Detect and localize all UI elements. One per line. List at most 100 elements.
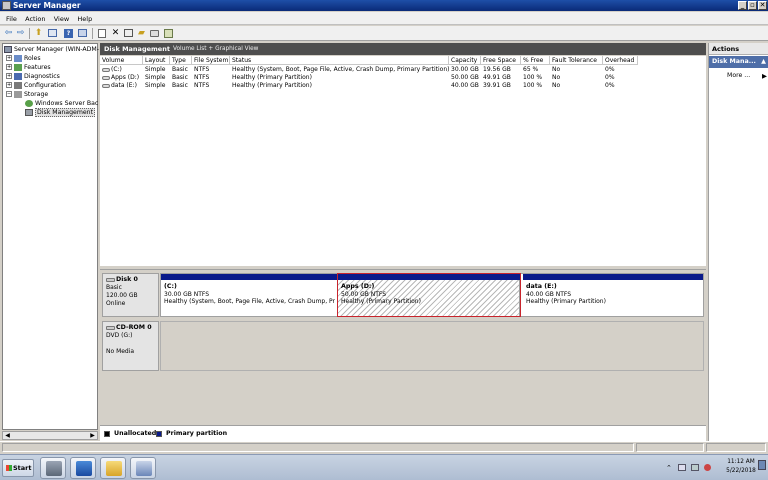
export-icon[interactable]: [163, 28, 174, 39]
cell-percent-free: 100 %: [523, 82, 543, 89]
partition-apps-d[interactable]: Apps (D:) 50.00 GB NTFS Healthy (Primary…: [337, 273, 521, 317]
server-icon: [4, 45, 12, 53]
console-tree: Server Manager (WIN-ADM- + Roles + Feature…: [2, 43, 99, 430]
column-status[interactable]: Status: [230, 56, 449, 65]
disk-management-icon: [25, 108, 33, 116]
sound-icon[interactable]: [704, 464, 711, 471]
start-button[interactable]: Start: [2, 459, 34, 477]
disk-0-label[interactable]: Disk 0 Basic 120.00 GB Online: [102, 273, 159, 317]
column-type[interactable]: Type: [170, 56, 192, 65]
column-file-system[interactable]: File System: [192, 56, 230, 65]
taskbar-explorer[interactable]: [100, 457, 126, 479]
column-capacity[interactable]: Capacity: [449, 56, 481, 65]
partition-c[interactable]: (C:) 30.00 GB NTFS Healthy (System, Boot…: [161, 274, 338, 316]
menu-help[interactable]: Help: [77, 15, 92, 23]
clock[interactable]: 11:12 AM 5/22/2018: [724, 458, 758, 476]
center-header: Disk Management Volume List + Graphical …: [100, 43, 706, 55]
column-overhead[interactable]: Overhead: [603, 56, 638, 65]
partition-e-status: Healthy (Primary Partition): [526, 298, 606, 305]
disk-tool-icon: [136, 461, 152, 476]
menu-action[interactable]: Action: [25, 15, 45, 23]
backup-icon: [25, 99, 33, 107]
submenu-arrow-icon[interactable]: ▶: [762, 72, 767, 80]
properties-icon[interactable]: [77, 28, 88, 39]
open-folder-icon[interactable]: ▰: [136, 28, 147, 39]
disk-0-state: Online: [106, 300, 126, 307]
help-icon[interactable]: ?: [63, 28, 74, 39]
cdrom-0-area: [160, 321, 704, 371]
cell-capacity: 50.00 GB: [451, 74, 479, 81]
taskbar-powershell[interactable]: [70, 457, 96, 479]
cell-capacity: 40.00 GB: [451, 82, 479, 89]
tree-item-server-manager[interactable]: Server Manager (WIN-ADM-: [4, 45, 99, 54]
tree-item-disk-management[interactable]: Disk Management: [25, 108, 96, 117]
console-tree-icon[interactable]: [47, 28, 58, 39]
flag-icon[interactable]: [678, 464, 686, 471]
network-icon[interactable]: [691, 464, 699, 471]
scroll-right-icon[interactable]: ▶: [88, 432, 97, 439]
up-folder-icon[interactable]: ⬆: [33, 28, 44, 39]
folder-icon: [106, 461, 122, 476]
pane-splitter[interactable]: [100, 265, 706, 270]
partition-e-size: 40.00 GB NTFS: [526, 290, 572, 298]
show-desktop-button[interactable]: [758, 460, 766, 470]
cell-free-space: 49.91 GB: [483, 74, 511, 81]
restore-button[interactable]: ▫: [748, 1, 757, 10]
partition-data-e[interactable]: data (E:) 40.00 GB NTFS Healthy (Primary…: [523, 274, 703, 316]
tree-item-configuration[interactable]: + Configuration: [6, 81, 66, 90]
disk-0-partitions: (C:) 30.00 GB NTFS Healthy (System, Boot…: [160, 273, 704, 317]
tree-item-diagnostics[interactable]: + Diagnostics: [6, 72, 60, 81]
close-button[interactable]: ✕: [758, 1, 767, 10]
expand-icon[interactable]: +: [6, 64, 12, 70]
cell-file-system: NTFS: [194, 66, 210, 73]
checklist-icon[interactable]: [123, 28, 134, 39]
tree-item-features[interactable]: + Features: [6, 63, 51, 72]
scroll-left-icon[interactable]: ◀: [3, 432, 12, 439]
actions-header: Actions: [709, 43, 768, 55]
volume-icon: [102, 83, 110, 88]
tree-horizontal-scrollbar[interactable]: ◀ ▶: [2, 431, 98, 440]
expand-icon[interactable]: +: [6, 55, 12, 61]
taskbar-disk-management[interactable]: [130, 457, 156, 479]
actions-disk-management[interactable]: Disk Mana... ▲: [709, 56, 768, 68]
menu-view[interactable]: View: [54, 15, 69, 23]
cell-type: Basic: [172, 66, 188, 73]
delete-icon[interactable]: ✕: [110, 28, 121, 39]
taskbar-server-manager[interactable]: [40, 457, 66, 479]
more-actions-link[interactable]: More ...: [727, 72, 750, 79]
menu-file[interactable]: File: [6, 15, 17, 23]
partition-d-status: Healthy (Primary Partition): [341, 298, 421, 305]
forward-arrow-icon[interactable]: ⇨: [15, 28, 26, 39]
refresh-icon[interactable]: [97, 28, 108, 39]
column-percent-free[interactable]: % Free: [521, 56, 550, 65]
minimize-button[interactable]: _: [738, 1, 747, 10]
expand-icon[interactable]: +: [6, 82, 12, 88]
cell-status: Healthy (System, Boot, Page File, Active…: [232, 66, 449, 73]
search-disk-icon[interactable]: [149, 28, 160, 39]
column-volume[interactable]: Volume: [100, 56, 143, 65]
back-arrow-icon[interactable]: ⇦: [3, 28, 14, 39]
expand-icon[interactable]: +: [6, 73, 12, 79]
collapse-icon[interactable]: −: [6, 91, 12, 97]
cdrom-0-label[interactable]: CD-ROM 0 DVD (G:) No Media: [102, 321, 159, 371]
powershell-icon: [76, 461, 92, 476]
collapse-arrow-icon[interactable]: ▲: [761, 58, 766, 65]
center-title: Disk Management: [104, 45, 170, 53]
cell-capacity: 30.00 GB: [451, 66, 479, 73]
column-free-space[interactable]: Free Space: [481, 56, 521, 65]
server-manager-app-icon: [46, 461, 62, 476]
column-layout[interactable]: Layout: [143, 56, 170, 65]
tree-item-windows-server-backup[interactable]: Windows Server Bac: [25, 99, 98, 108]
disk-0-type: Basic: [106, 284, 122, 291]
cdrom-icon: [106, 325, 115, 330]
partition-c-name: (C:): [164, 283, 177, 290]
partition-d-size: 50.00 GB NTFS: [341, 290, 387, 298]
tree-item-roles[interactable]: + Roles: [6, 54, 41, 63]
cdrom-0-title: CD-ROM 0: [106, 324, 155, 332]
disk-0-size: 120.00 GB: [106, 292, 138, 299]
features-icon: [14, 63, 22, 71]
show-hidden-icons[interactable]: ⌃: [666, 464, 672, 472]
toolbar-separator: [29, 28, 30, 39]
column-fault-tolerance[interactable]: Fault Tolerance: [550, 56, 603, 65]
tree-item-storage[interactable]: − Storage: [6, 90, 48, 99]
